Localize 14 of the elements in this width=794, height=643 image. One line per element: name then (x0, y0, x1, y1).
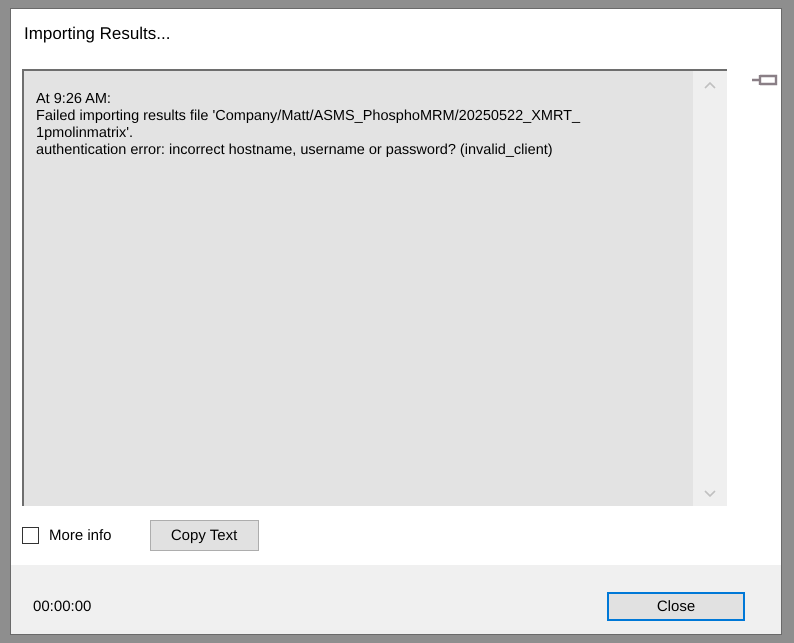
checkbox[interactable] (22, 526, 39, 544)
message-line: Failed importing results file 'Company/Matt/ASMS_PhosphoMRM/20250522_XMRT_ (36, 108, 582, 125)
checkbox-label[interactable]: More info (49, 526, 112, 544)
message-line: authentication error: incorrect hostname, username or password? (invalid_client) (36, 142, 554, 159)
scroll-up-icon[interactable] (704, 81, 716, 89)
window-title: Importing Results... (23, 23, 172, 45)
scroll-down-icon[interactable] (704, 490, 716, 498)
copy-text-button[interactable]: Copy Text (150, 520, 259, 550)
pin-icon[interactable] (752, 74, 778, 86)
scroll-bar[interactable] (693, 71, 727, 506)
message-line: At 9:26 AM: (36, 91, 112, 108)
message-line: 1pmolinmatrix'. (36, 125, 134, 142)
close-button[interactable]: Close (607, 592, 745, 621)
elapsed-time: 00:00:00 (33, 598, 92, 615)
